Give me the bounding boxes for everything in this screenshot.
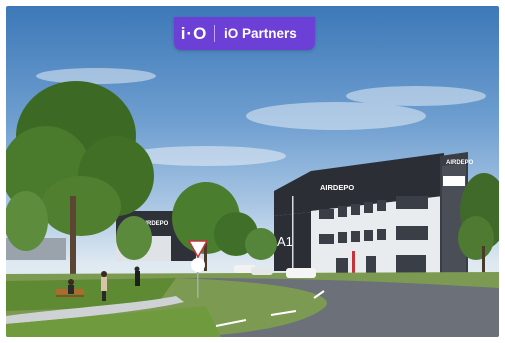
io-logo: i·O bbox=[180, 23, 208, 43]
partner-badge: i·O iO Partners bbox=[174, 17, 315, 50]
main-building-sign: AIRDEPO bbox=[320, 183, 354, 192]
partner-name: iO Partners bbox=[224, 26, 297, 41]
scene-illustration: AIRDEPO AIRDEPO A1 AIRDEPO bbox=[6, 68, 499, 337]
unit-label: A1 bbox=[277, 234, 293, 249]
render-image: AIRDEPO AIRDEPO A1 AIRDEPO i·O iO Partne… bbox=[6, 6, 499, 337]
main-building: AIRDEPO A1 bbox=[274, 153, 444, 274]
totem-label: AIRDEPO bbox=[446, 160, 474, 166]
